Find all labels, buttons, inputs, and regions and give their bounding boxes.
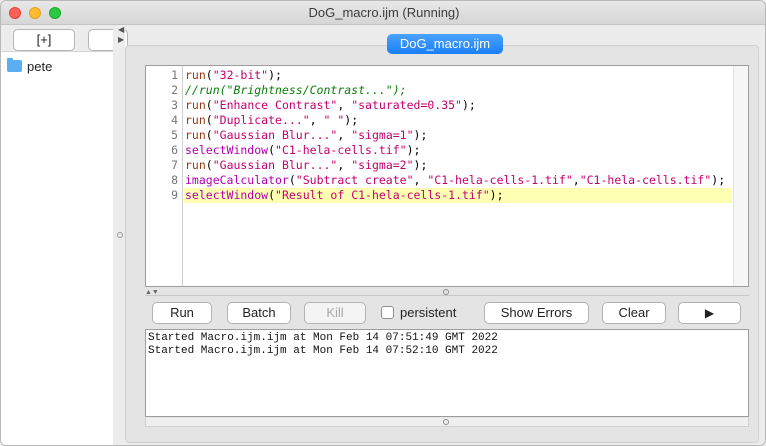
code-line[interactable]: run("32-bit"); — [184, 68, 732, 83]
add-folder-button[interactable]: [+] — [13, 29, 75, 51]
batch-button[interactable]: Batch — [227, 302, 291, 324]
code-line[interactable]: selectWindow("C1-hela-cells.tif"); — [184, 143, 732, 158]
window-title: DoG_macro.ijm (Running) — [308, 5, 460, 20]
app-window: DoG_macro.ijm (Running) [+] pete ◀ ▶ DoG… — [0, 0, 766, 446]
tree-item-label: pete — [27, 58, 53, 74]
line-number: 3 — [171, 98, 178, 112]
line-number: 8 — [171, 173, 178, 187]
output-console[interactable]: Started Macro.ijm.ijm at Mon Feb 14 07:5… — [145, 329, 749, 417]
divider-grip-icon[interactable] — [117, 232, 123, 238]
persistent-label: persistent — [400, 305, 457, 320]
code-line[interactable]: imageCalculator("Subtract create", "C1-h… — [184, 173, 732, 188]
line-number-gutter: 1 2 3 4 5 6 7 8 9 — [146, 66, 183, 286]
code-line[interactable]: selectWindow("Result of C1-hela-cells-1.… — [184, 188, 732, 203]
kill-button[interactable]: Kill — [304, 302, 366, 324]
run-button[interactable]: Run — [152, 302, 212, 324]
folder-icon — [7, 58, 22, 72]
line-number: 1 — [171, 68, 178, 82]
code-line[interactable]: run("Gaussian Blur...", "sigma=1"); — [184, 128, 732, 143]
show-errors-button[interactable]: Show Errors — [484, 302, 589, 324]
code-line[interactable]: run("Duplicate...", " "); — [184, 113, 732, 128]
code-line[interactable]: //run("Brightness/Contrast..."); — [184, 83, 732, 98]
file-tree[interactable]: pete — [1, 51, 113, 445]
play-icon[interactable]: ▶ — [678, 302, 741, 324]
file-sidebar: [+] pete — [1, 25, 128, 445]
clear-button[interactable]: Clear — [602, 302, 666, 324]
console-grip-icon[interactable] — [443, 419, 449, 425]
tree-item-pete[interactable]: pete — [7, 58, 52, 74]
line-number: 2 — [171, 83, 178, 97]
tab-dog-macro[interactable]: DoG_macro.ijm — [387, 34, 503, 54]
persistent-checkbox[interactable] — [381, 306, 394, 319]
line-number: 9 — [171, 188, 178, 202]
editor-vertical-scrollbar[interactable] — [733, 66, 748, 286]
code-line[interactable]: run("Enhance Contrast", "saturated=0.35"… — [184, 98, 732, 113]
line-number: 5 — [171, 128, 178, 142]
collapse-left-icon[interactable]: ◀ — [118, 25, 124, 34]
title-bar: DoG_macro.ijm (Running) — [1, 1, 765, 25]
line-number: 4 — [171, 113, 178, 127]
expand-right-icon[interactable]: ▶ — [118, 35, 124, 44]
line-number: 6 — [171, 143, 178, 157]
line-number: 7 — [171, 158, 178, 172]
editor-console-divider[interactable] — [145, 295, 749, 296]
console-line: Started Macro.ijm.ijm at Mon Feb 14 07:5… — [148, 345, 498, 357]
code-line[interactable]: run("Gaussian Blur...", "sigma=2"); — [184, 158, 732, 173]
code-editor[interactable]: 1 2 3 4 5 6 7 8 9 run("32-bit"); //run("… — [145, 65, 749, 287]
console-line: Started Macro.ijm.ijm at Mon Feb 14 07:5… — [148, 332, 498, 344]
